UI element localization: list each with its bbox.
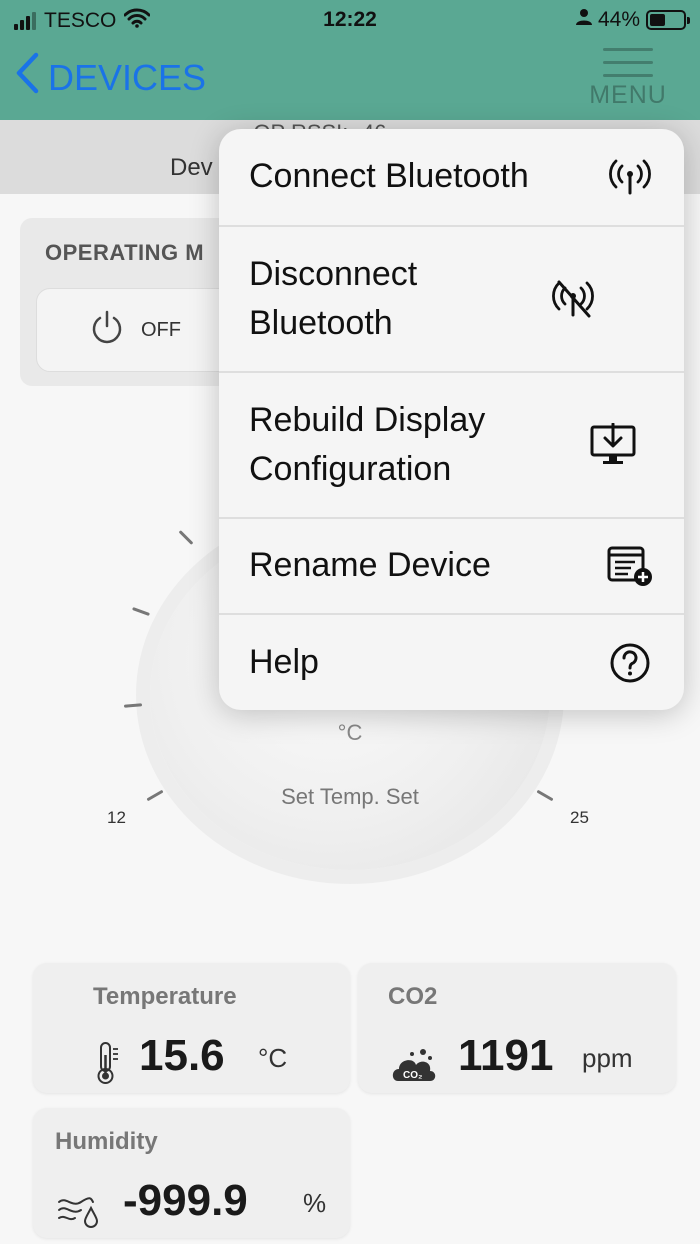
humidity-icon bbox=[57, 1194, 101, 1233]
operating-mode-card: OPERATING M OFF bbox=[20, 218, 266, 386]
co2-title: CO2 bbox=[388, 983, 438, 1010]
battery-percent: 44% bbox=[597, 8, 640, 31]
temperature-value: 15.6 bbox=[139, 1031, 225, 1080]
co2-card: CO2 CO₂ 1191 ppm bbox=[358, 963, 676, 1093]
menu-item-label: Connect Bluetooth bbox=[249, 157, 529, 196]
co2-unit: ppm bbox=[582, 1043, 633, 1073]
co2-cloud-icon: CO₂ bbox=[390, 1047, 438, 1088]
humidity-unit: % bbox=[303, 1188, 327, 1218]
dial-scale-max: 25 bbox=[570, 808, 589, 827]
dial-scale-min: 12 bbox=[107, 808, 126, 827]
temperature-card: Temperature 15.6 °C bbox=[33, 963, 350, 1093]
humidity-card: Humidity -999.9 % bbox=[33, 1108, 350, 1238]
chevron-left-icon bbox=[14, 52, 40, 103]
status-bar: TESCO 12:22 44% bbox=[0, 0, 700, 40]
mode-off-label: OFF bbox=[141, 318, 181, 341]
app-header: TESCO 12:22 44% DEVICES MENU bbox=[0, 0, 700, 120]
antenna-icon bbox=[606, 153, 654, 201]
display-download-icon bbox=[589, 421, 637, 469]
device-name-text: Dev bbox=[170, 154, 213, 181]
temperature-title: Temperature bbox=[93, 983, 237, 1010]
help-icon bbox=[606, 639, 654, 687]
menu-item-label: Rebuild Display Configuration bbox=[249, 400, 486, 488]
humidity-value: -999.9 bbox=[123, 1176, 248, 1225]
menu-label: MENU bbox=[589, 81, 667, 109]
menu-item-label: Help bbox=[249, 642, 319, 681]
status-right: 44% bbox=[575, 8, 690, 32]
person-icon bbox=[575, 8, 592, 32]
back-label: DEVICES bbox=[48, 56, 207, 98]
thermometer-icon bbox=[95, 1041, 121, 1090]
menu-item-connect-bluetooth[interactable]: Connect Bluetooth bbox=[219, 129, 684, 225]
operating-mode-title: OPERATING M bbox=[45, 240, 205, 265]
menu-button[interactable]: MENU bbox=[586, 48, 670, 110]
co2-value: 1191 bbox=[458, 1031, 554, 1080]
menu-item-disconnect-bluetooth[interactable]: Disconnect Bluetooth bbox=[219, 227, 684, 371]
humidity-title: Humidity bbox=[55, 1128, 158, 1155]
dial-unit: °C bbox=[337, 720, 363, 745]
menu-item-rename-device[interactable]: Rename Device bbox=[219, 519, 684, 613]
menu-item-label: Rename Device bbox=[249, 546, 491, 585]
temperature-unit: °C bbox=[258, 1043, 288, 1073]
dial-label: Set Temp. Set bbox=[281, 784, 419, 809]
menu-item-help[interactable]: Help bbox=[219, 615, 684, 710]
hamburger-icon bbox=[586, 48, 670, 77]
power-icon bbox=[89, 309, 125, 351]
antenna-off-icon bbox=[549, 275, 597, 323]
rename-device-icon bbox=[606, 542, 654, 590]
battery-icon bbox=[646, 10, 690, 30]
menu-item-label: Disconnect Bluetooth bbox=[249, 254, 418, 342]
svg-text:CO₂: CO₂ bbox=[403, 1070, 422, 1081]
menu-item-rebuild-display[interactable]: Rebuild Display Configuration bbox=[219, 373, 684, 517]
device-menu-popup: Connect Bluetooth Disconnect Bluetooth R… bbox=[219, 129, 684, 710]
back-button[interactable]: DEVICES bbox=[14, 52, 206, 103]
